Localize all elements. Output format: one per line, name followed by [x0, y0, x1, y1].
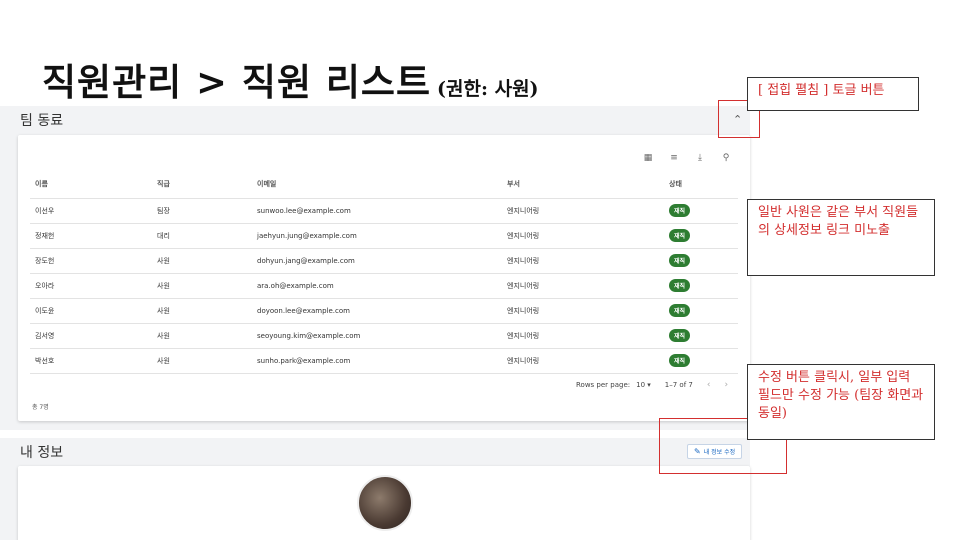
cell-dept: 엔지니어링: [502, 323, 664, 349]
column-header-rank[interactable]: 직급: [152, 170, 252, 199]
caret-down-icon: ▾: [647, 381, 651, 389]
cell-dept: 엔지니어링: [502, 273, 664, 299]
cell-dept: 엔지니어링: [502, 298, 664, 324]
cell-name: 박선호: [30, 348, 152, 374]
note-link-hidden: 일반 사원은 같은 부서 직원들의 상세정보 링크 미노출: [747, 199, 935, 276]
table-row: 이선우 팀장 sunwoo.lee@example.com 엔지니어링 재직: [30, 198, 738, 224]
search-icon[interactable]: ⚲: [720, 153, 732, 163]
rows-per-page-value: 10: [636, 381, 646, 389]
cell-status: 재직: [664, 198, 738, 224]
download-icon[interactable]: ⤓: [694, 153, 706, 163]
rows-per-page-select[interactable]: 10 ▾: [636, 381, 651, 389]
cell-name: 김서영: [30, 323, 152, 349]
cell-dept: 엔지니어링: [502, 223, 664, 249]
table-row: 이도윤 사원 doyoon.lee@example.com 엔지니어링 재직: [30, 298, 738, 324]
cell-email: sunho.park@example.com: [252, 348, 502, 374]
table-row: 장도헌 사원 dohyun.jang@example.com 엔지니어링 재직: [30, 248, 738, 274]
cell-rank: 사원: [152, 348, 252, 374]
cell-status: 재직: [664, 348, 738, 374]
team-section-title: 팀 동료: [20, 113, 64, 129]
table-row: 김서영 사원 seoyoung.kim@example.com 엔지니어링 재직: [30, 323, 738, 349]
table-row: 오아라 사원 ara.oh@example.com 엔지니어링 재직: [30, 273, 738, 299]
cell-rank: 사원: [152, 273, 252, 299]
cell-email: sunwoo.lee@example.com: [252, 198, 502, 224]
status-badge: 재직: [669, 254, 691, 267]
cell-status: 재직: [664, 248, 738, 274]
slide-title-main: 직원관리 > 직원 리스트: [42, 60, 432, 104]
status-badge: 재직: [669, 204, 691, 217]
status-badge: 재직: [669, 329, 691, 342]
my-info-section-title: 내 정보: [20, 445, 64, 461]
cell-rank: 사원: [152, 323, 252, 349]
cell-status: 재직: [664, 273, 738, 299]
my-info-section-header: 내 정보: [0, 438, 750, 466]
page-range: 1–7 of 7: [664, 381, 693, 389]
table-header-row: 이름 직급 이메일 부서 상태: [30, 170, 738, 199]
slide-title: 직원관리 > 직원 리스트 (권한: 사원): [42, 52, 539, 106]
table-row: 정재헌 대리 jaehyun.jung@example.com 엔지니어링 재직: [30, 223, 738, 249]
cell-dept: 엔지니어링: [502, 198, 664, 224]
cell-name: 장도헌: [30, 248, 152, 274]
cell-rank: 대리: [152, 223, 252, 249]
column-header-status[interactable]: 상태: [664, 170, 738, 199]
cell-rank: 사원: [152, 298, 252, 324]
cell-status: 재직: [664, 298, 738, 324]
cell-email: dohyun.jang@example.com: [252, 248, 502, 274]
cell-email: jaehyun.jung@example.com: [252, 223, 502, 249]
cell-name: 오아라: [30, 273, 152, 299]
table-row: 박선호 사원 sunho.park@example.com 엔지니어링 재직: [30, 348, 738, 374]
team-section-header: 팀 동료 ⌃: [0, 106, 750, 134]
cell-status: 재직: [664, 223, 738, 249]
cell-name: 이선우: [30, 198, 152, 224]
avatar: [357, 475, 413, 531]
status-badge: 재직: [669, 229, 691, 242]
total-count: 총 7명: [32, 404, 49, 411]
prev-page-icon[interactable]: ‹: [707, 380, 711, 390]
filter-icon[interactable]: ≡: [668, 153, 680, 163]
cell-name: 정재헌: [30, 223, 152, 249]
status-badge: 재직: [669, 304, 691, 317]
note-edit-scope: 수정 버튼 클릭시, 일부 입력 필드만 수정 가능 (팀장 화면과 동일): [747, 364, 935, 440]
columns-icon[interactable]: ▦: [642, 153, 654, 163]
column-header-name[interactable]: 이름: [30, 170, 152, 199]
column-header-email[interactable]: 이메일: [252, 170, 502, 199]
cell-email: ara.oh@example.com: [252, 273, 502, 299]
column-header-dept[interactable]: 부서: [502, 170, 664, 199]
cell-email: seoyoung.kim@example.com: [252, 323, 502, 349]
cell-dept: 엔지니어링: [502, 248, 664, 274]
next-page-icon[interactable]: ›: [724, 380, 728, 390]
rows-per-page-label: Rows per page:: [576, 381, 631, 389]
cell-dept: 엔지니어링: [502, 348, 664, 374]
team-table: 이름 직급 이메일 부서 상태 이선우 팀장 sunwoo.lee@exampl…: [30, 170, 738, 374]
note-toggle: [ 접힙 펼침 ] 토글 버튼: [747, 77, 919, 111]
cell-status: 재직: [664, 323, 738, 349]
cell-email: doyoon.lee@example.com: [252, 298, 502, 324]
slide-title-subtitle: (권한: 사원): [437, 78, 539, 100]
status-badge: 재직: [669, 279, 691, 292]
cell-rank: 팀장: [152, 198, 252, 224]
cell-rank: 사원: [152, 248, 252, 274]
pagination: Rows per page: 10 ▾ 1–7 of 7 ‹ ›: [576, 380, 728, 390]
table-toolbar: ▦ ≡ ⤓ ⚲: [642, 153, 732, 163]
status-badge: 재직: [669, 354, 691, 367]
cell-name: 이도윤: [30, 298, 152, 324]
